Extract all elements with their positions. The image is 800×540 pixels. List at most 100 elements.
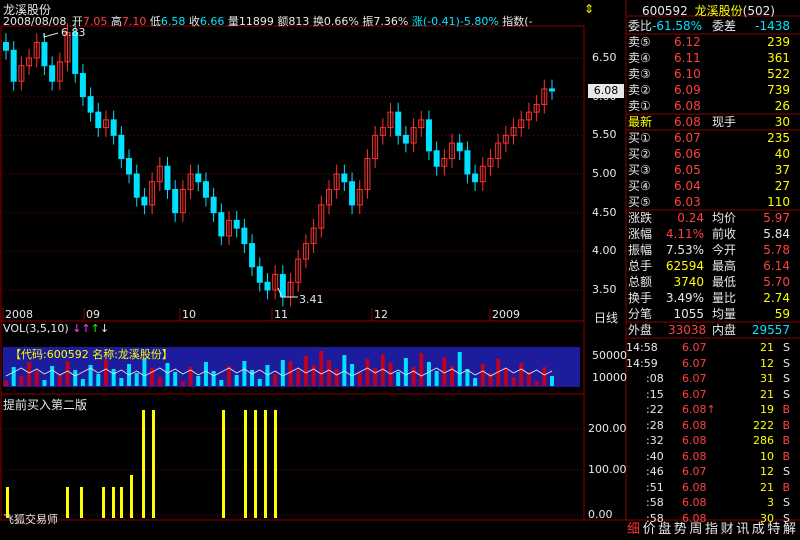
volume-bar bbox=[296, 370, 301, 386]
volume-bar bbox=[257, 379, 262, 386]
stat-row: 振幅 7.53% 今开 5.78 bbox=[626, 242, 796, 258]
stat-row: 分笔 1055 均量 59 bbox=[626, 306, 796, 322]
bottom-tab[interactable]: 成 bbox=[752, 521, 765, 539]
signal-bar bbox=[142, 410, 145, 518]
x-tick-label: 2009 bbox=[492, 308, 520, 321]
last-price: 6.08 bbox=[674, 115, 701, 129]
tape-row[interactable]: :58 6.08 3 S bbox=[626, 495, 796, 511]
bottom-tab[interactable]: 价 bbox=[643, 521, 656, 539]
stat-value: 3.49% bbox=[665, 291, 704, 305]
vol-tick-label: 10000 bbox=[592, 371, 627, 384]
candle-body bbox=[264, 281, 271, 291]
tape-side: S bbox=[783, 496, 790, 509]
tape-volume: 12 bbox=[760, 356, 774, 370]
bid-row[interactable]: 买② 6.06 40 bbox=[626, 146, 796, 162]
volume-bar bbox=[311, 365, 316, 386]
volume-bar bbox=[319, 351, 324, 386]
volume-bar bbox=[196, 376, 201, 386]
arrow-up-icon[interactable]: ↑ bbox=[81, 322, 90, 335]
candle-body bbox=[349, 181, 356, 206]
volume-bar bbox=[288, 361, 293, 386]
ask-row[interactable]: 卖② 6.09 739 bbox=[626, 82, 796, 98]
tape-time: :40 bbox=[646, 449, 664, 463]
bid-row[interactable]: 买① 6.07 235 bbox=[626, 130, 796, 146]
tape-price: 6.08 bbox=[682, 434, 707, 447]
tape-volume: 286 bbox=[753, 434, 774, 447]
tape-side: S bbox=[783, 341, 790, 354]
bid-label: 买① bbox=[628, 131, 651, 145]
ask-row[interactable]: 卖④ 6.11 361 bbox=[626, 50, 796, 66]
signal-bar bbox=[244, 410, 247, 518]
outer-value: 33038 bbox=[668, 323, 707, 337]
tape-time: :15 bbox=[646, 387, 664, 401]
tape-row[interactable]: 14:59 6.07 12 S bbox=[626, 356, 796, 372]
bid-price: 6.03 bbox=[674, 195, 701, 209]
bid-row[interactable]: 买③ 6.05 37 bbox=[626, 162, 796, 178]
ask-row[interactable]: 卖⑤ 6.12 239 bbox=[626, 34, 796, 50]
volume-bar bbox=[203, 362, 208, 386]
bottom-tab[interactable]: 特 bbox=[767, 521, 780, 539]
vol-indicator-label[interactable]: VOL(3,5,10) ↓↑↑↓ bbox=[3, 322, 109, 335]
volume-bar bbox=[326, 360, 331, 386]
candle-body bbox=[456, 142, 463, 152]
sub-tick-label: 100.00 bbox=[588, 463, 627, 476]
sub-tick-label: 200.00 bbox=[588, 422, 627, 435]
volume-bar bbox=[211, 371, 216, 386]
sub-indicator-title[interactable]: 提前买入第二版 bbox=[3, 396, 87, 413]
tape-row[interactable]: :46 6.07 12 S bbox=[626, 464, 796, 480]
tape-row[interactable]: :51 6.08 21 B bbox=[626, 480, 796, 496]
candle-body bbox=[395, 111, 402, 136]
candle-body bbox=[210, 196, 217, 214]
candle-body bbox=[279, 274, 286, 298]
pin-icon[interactable]: ⇕ bbox=[584, 2, 594, 16]
tape-volume: 21 bbox=[760, 387, 774, 401]
candle-body bbox=[172, 188, 179, 214]
stat-value: 2.74 bbox=[763, 291, 790, 305]
ask-row[interactable]: 卖① 6.08 26 bbox=[626, 98, 796, 114]
tape-price: 6.08 bbox=[682, 449, 707, 463]
stat-value: 3740 bbox=[673, 275, 704, 289]
bid-row[interactable]: 买④ 6.04 27 bbox=[626, 178, 796, 194]
last-price-row: 最新 6.08 现手 30 bbox=[628, 115, 790, 129]
candle-body bbox=[202, 181, 209, 198]
bottom-tab[interactable]: 财 bbox=[721, 521, 734, 539]
stat-label: 换手 bbox=[628, 291, 653, 305]
stat-row: 换手 3.49% 量比 2.74 bbox=[626, 290, 796, 306]
tape-side: B bbox=[782, 403, 790, 416]
period-label[interactable]: 日线 bbox=[594, 309, 618, 326]
volume-bar bbox=[519, 363, 524, 386]
tape-row[interactable]: :08 6.07 31 S bbox=[626, 371, 796, 387]
arrow-down-icon[interactable]: ↓ bbox=[100, 322, 109, 335]
bottom-tab[interactable]: 周 bbox=[689, 521, 702, 539]
volume-bar bbox=[365, 359, 370, 386]
tape-price: 6.07 bbox=[682, 465, 707, 478]
stat-label: 总手 bbox=[628, 259, 653, 273]
tape-row[interactable]: :32 6.08 286 B bbox=[626, 433, 796, 449]
arrow-up-icon[interactable]: ↑ bbox=[91, 322, 100, 335]
volume-bar bbox=[273, 374, 278, 386]
candle-body bbox=[433, 150, 440, 167]
ask-volume: 522 bbox=[767, 67, 790, 81]
bottom-tab[interactable]: 盘 bbox=[658, 521, 671, 539]
bottom-tab[interactable]: 讯 bbox=[736, 521, 749, 539]
bid-row[interactable]: 买⑤ 6.03 110 bbox=[626, 194, 796, 210]
tape-side: S bbox=[783, 465, 790, 478]
signal-bar bbox=[66, 487, 69, 518]
tape-row[interactable]: :40 6.08 10 B bbox=[626, 449, 796, 465]
tape-row[interactable]: :15 6.07 21 S bbox=[626, 387, 796, 403]
tape-side: B bbox=[782, 449, 790, 463]
tape-row[interactable]: :22 6.08↑ 19 B bbox=[626, 402, 796, 418]
bottom-tab[interactable]: 细 bbox=[627, 521, 640, 539]
bid-label: 买② bbox=[628, 147, 651, 161]
volume-bar bbox=[103, 360, 108, 386]
candle-body bbox=[3, 42, 9, 51]
bottom-tab[interactable]: 势 bbox=[674, 521, 687, 539]
info-high: 7.10 bbox=[121, 15, 147, 28]
candle-body bbox=[195, 173, 202, 183]
ask-row[interactable]: 卖③ 6.10 522 bbox=[626, 66, 796, 82]
tape-row[interactable]: 14:58 6.07 21 S bbox=[626, 340, 796, 356]
bottom-tab[interactable]: 解 bbox=[783, 521, 796, 539]
tape-row[interactable]: :28 6.08 222 B bbox=[626, 418, 796, 434]
bottom-tab[interactable]: 指 bbox=[705, 521, 718, 539]
tape-price: 6.08↑ bbox=[682, 403, 716, 416]
